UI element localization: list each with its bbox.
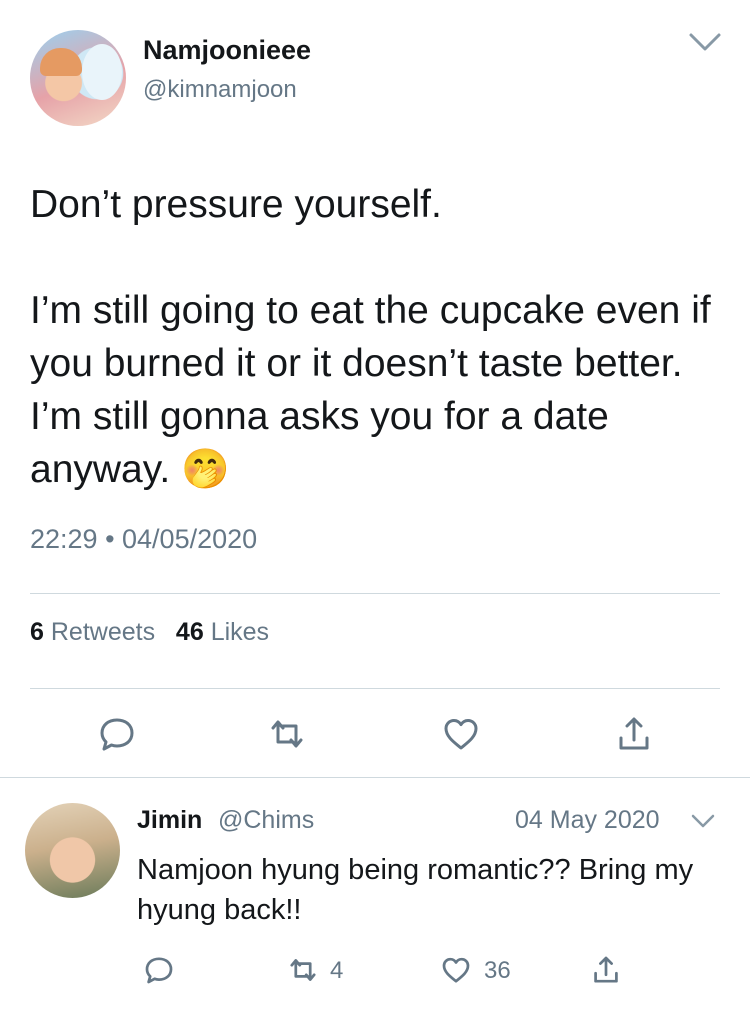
face-with-hand-over-mouth-emoji: 🤭 bbox=[181, 448, 230, 491]
retweets-label[interactable]: Retweets bbox=[51, 618, 155, 646]
likes-count[interactable]: 46 bbox=[176, 618, 204, 646]
reply-date: 04 May 2020 bbox=[515, 806, 660, 834]
reply-author-name[interactable]: Jimin bbox=[137, 806, 202, 835]
author-display-name[interactable]: Namjoonieee bbox=[143, 35, 311, 66]
share-icon[interactable] bbox=[614, 714, 654, 754]
tweet-timestamp: 22:29 • 04/05/2020 bbox=[30, 524, 258, 554]
heart-icon[interactable] bbox=[441, 714, 481, 754]
reply-text: Namjoon hyung being romantic?? Bring my … bbox=[137, 854, 694, 926]
reply-icon[interactable] bbox=[143, 954, 175, 986]
retweet-icon[interactable] bbox=[267, 714, 307, 754]
divider bbox=[30, 593, 720, 594]
retweets-count[interactable]: 6 bbox=[30, 618, 44, 646]
divider bbox=[30, 688, 720, 689]
author-avatar[interactable] bbox=[30, 30, 126, 126]
chevron-down-icon[interactable] bbox=[690, 812, 716, 830]
retweet-icon[interactable] bbox=[287, 954, 319, 986]
tweet-stats: 6 Retweets 46 Likes bbox=[30, 618, 269, 647]
section-divider bbox=[0, 777, 750, 778]
reply-icon[interactable] bbox=[97, 714, 137, 754]
reply-author-avatar[interactable] bbox=[25, 803, 120, 898]
avatar-hair bbox=[40, 48, 82, 76]
reply-like-count[interactable]: 36 bbox=[484, 957, 511, 985]
tweet-body: Don’t pressure yourself. I’m still going… bbox=[30, 183, 711, 491]
likes-label[interactable]: Likes bbox=[211, 618, 269, 646]
share-icon[interactable] bbox=[590, 954, 622, 986]
reply-author-handle[interactable]: @Chims bbox=[218, 806, 314, 835]
reply-retweet-count[interactable]: 4 bbox=[330, 957, 343, 985]
avatar-character bbox=[82, 44, 122, 100]
tweet-text: Don’t pressure yourself. I’m still going… bbox=[30, 178, 730, 496]
chevron-down-icon[interactable] bbox=[688, 30, 722, 54]
heart-icon[interactable] bbox=[440, 954, 472, 986]
author-handle[interactable]: @kimnamjoon bbox=[143, 76, 297, 104]
